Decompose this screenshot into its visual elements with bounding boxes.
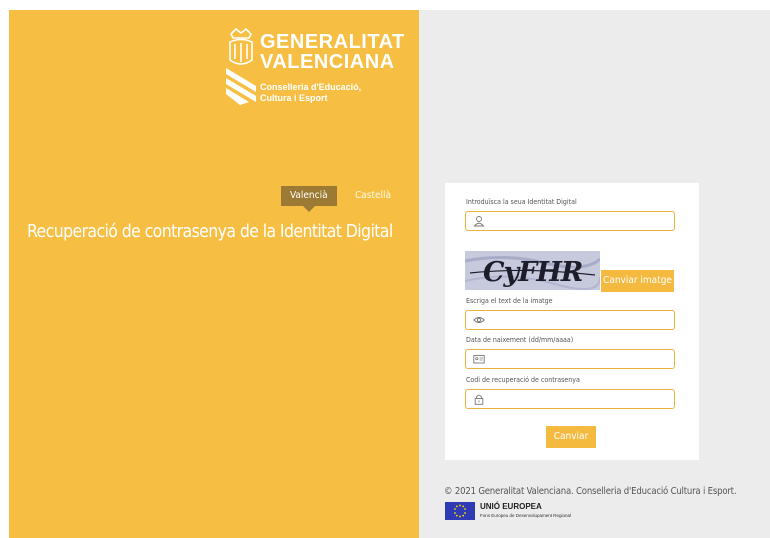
captcha-input[interactable] — [465, 310, 675, 330]
eu-subtitle: Fons Europeu de Desenvolupament Regional — [480, 513, 572, 518]
id-card-icon — [473, 355, 485, 364]
user-icon — [473, 216, 485, 227]
recovery-code-label: Codi de recuperació de contrasenya — [466, 376, 580, 384]
birthdate-input[interactable] — [465, 349, 675, 369]
page-title: Recuperació de contrasenya de la Identit… — [27, 222, 393, 242]
language-spanish[interactable]: Castellà — [346, 186, 400, 206]
change-image-button[interactable]: Canviar imatge — [601, 270, 674, 292]
eu-title: UNIÓ EUROPEA — [480, 502, 542, 511]
birthdate-label: Data de naixement (dd/mm/aaaa) — [466, 336, 574, 344]
brand-name: GENERALITAT VALENCIANA — [260, 31, 405, 73]
language-valencian[interactable]: Valencià — [281, 186, 337, 212]
submit-button[interactable]: Canviar — [546, 426, 596, 448]
lock-icon — [474, 394, 484, 405]
recovery-code-input[interactable] — [465, 389, 675, 409]
identity-input[interactable] — [465, 211, 675, 231]
captcha-label: Escriga el text de la imatge — [466, 297, 553, 305]
copyright-text: © 2021 Generalitat Valenciana. Conseller… — [444, 486, 737, 497]
captcha-image: CyFHR — [465, 251, 600, 290]
coat-of-arms-icon — [226, 28, 256, 105]
identity-label: Introduïsca la seua Identitat Digital — [466, 198, 577, 206]
eye-icon — [473, 317, 485, 323]
eu-flag-icon — [445, 502, 475, 520]
department-name: Conselleria d'Educació, Cultura i Esport — [260, 82, 362, 103]
